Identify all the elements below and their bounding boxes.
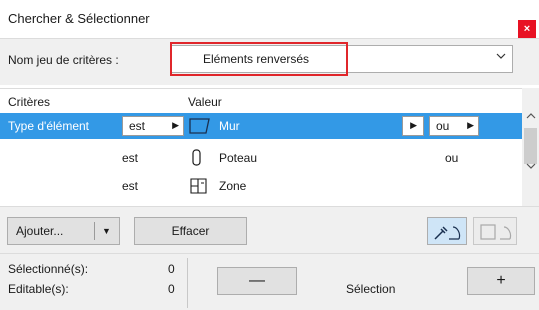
highlight-frame: [170, 42, 348, 76]
eyedropper-icon: [431, 221, 465, 246]
header-value: Valeur: [188, 95, 222, 109]
window-title: Chercher & Sélectionner: [8, 11, 150, 26]
chevron-right-icon: ▶: [410, 120, 417, 130]
table-scrollbar[interactable]: [522, 88, 539, 206]
editable-count-value: 0: [168, 282, 175, 296]
header-criteria: Critères: [8, 95, 51, 109]
selected-count-value: 0: [168, 262, 175, 276]
status-divider: [187, 258, 188, 308]
transfer-selection-button[interactable]: [473, 217, 517, 245]
button-divider: [94, 222, 95, 240]
table-row[interactable]: est Poteau ou: [0, 145, 522, 171]
operator-label: est: [122, 179, 139, 193]
connector-value: ou: [436, 119, 450, 133]
add-criteria-button[interactable]: Ajouter... ▼: [7, 217, 120, 245]
add-button-label: Ajouter...: [16, 224, 64, 238]
chevron-right-icon: ▶: [172, 120, 179, 130]
value-label: Poteau: [219, 151, 258, 165]
value-label: Mur: [219, 119, 240, 133]
action-toolbar: Ajouter... ▼ Effacer: [0, 206, 539, 253]
scroll-up-icon[interactable]: [522, 112, 539, 126]
close-button[interactable]: ×: [518, 20, 536, 38]
selection-status-bar: Sélectionné(s): 0 Editable(s): 0 — Sélec…: [0, 253, 539, 310]
chevron-down-icon: [496, 52, 506, 63]
operator-label: est: [122, 151, 139, 165]
editable-count-label: Editable(s):: [8, 282, 69, 296]
value-arrow-button[interactable]: ▶: [402, 116, 424, 136]
operator-dropdown[interactable]: est ▶: [122, 116, 184, 136]
zone-icon: [189, 176, 211, 199]
table-row[interactable]: est Zone: [0, 173, 522, 199]
table-header: Critères Valeur: [0, 89, 522, 111]
chevron-right-icon: ▶: [467, 120, 474, 130]
clear-button[interactable]: Effacer: [134, 217, 247, 245]
selected-count-label: Sélectionné(s):: [8, 262, 89, 276]
scrollbar-thumb[interactable]: [524, 128, 537, 164]
remove-from-selection-button[interactable]: —: [217, 267, 297, 295]
value-label: Zone: [219, 179, 247, 193]
connector-dropdown[interactable]: ou ▶: [429, 116, 479, 136]
scroll-down-icon[interactable]: [522, 162, 539, 176]
column-icon: [191, 148, 203, 171]
connector-label: ou: [445, 151, 459, 165]
criterion-label: Type d'élément: [8, 119, 90, 133]
table-row[interactable]: Type d'élément est ▶ Mur ▶ ou ▶: [0, 113, 522, 139]
add-to-selection-button[interactable]: +: [467, 267, 535, 295]
selection-label: Sélection: [346, 282, 396, 296]
criteria-set-label: Nom jeu de critères :: [8, 53, 119, 67]
operator-value: est: [129, 119, 146, 133]
title-bar: Chercher & Sélectionner ×: [0, 0, 539, 38]
chevron-down-icon[interactable]: ▼: [102, 218, 111, 244]
wall-icon: [187, 116, 215, 139]
criteria-table: Critères Valeur Type d'élément est ▶ Mur…: [0, 88, 522, 206]
selection-frame-icon: [478, 221, 514, 246]
eyedropper-button[interactable]: [427, 217, 467, 245]
